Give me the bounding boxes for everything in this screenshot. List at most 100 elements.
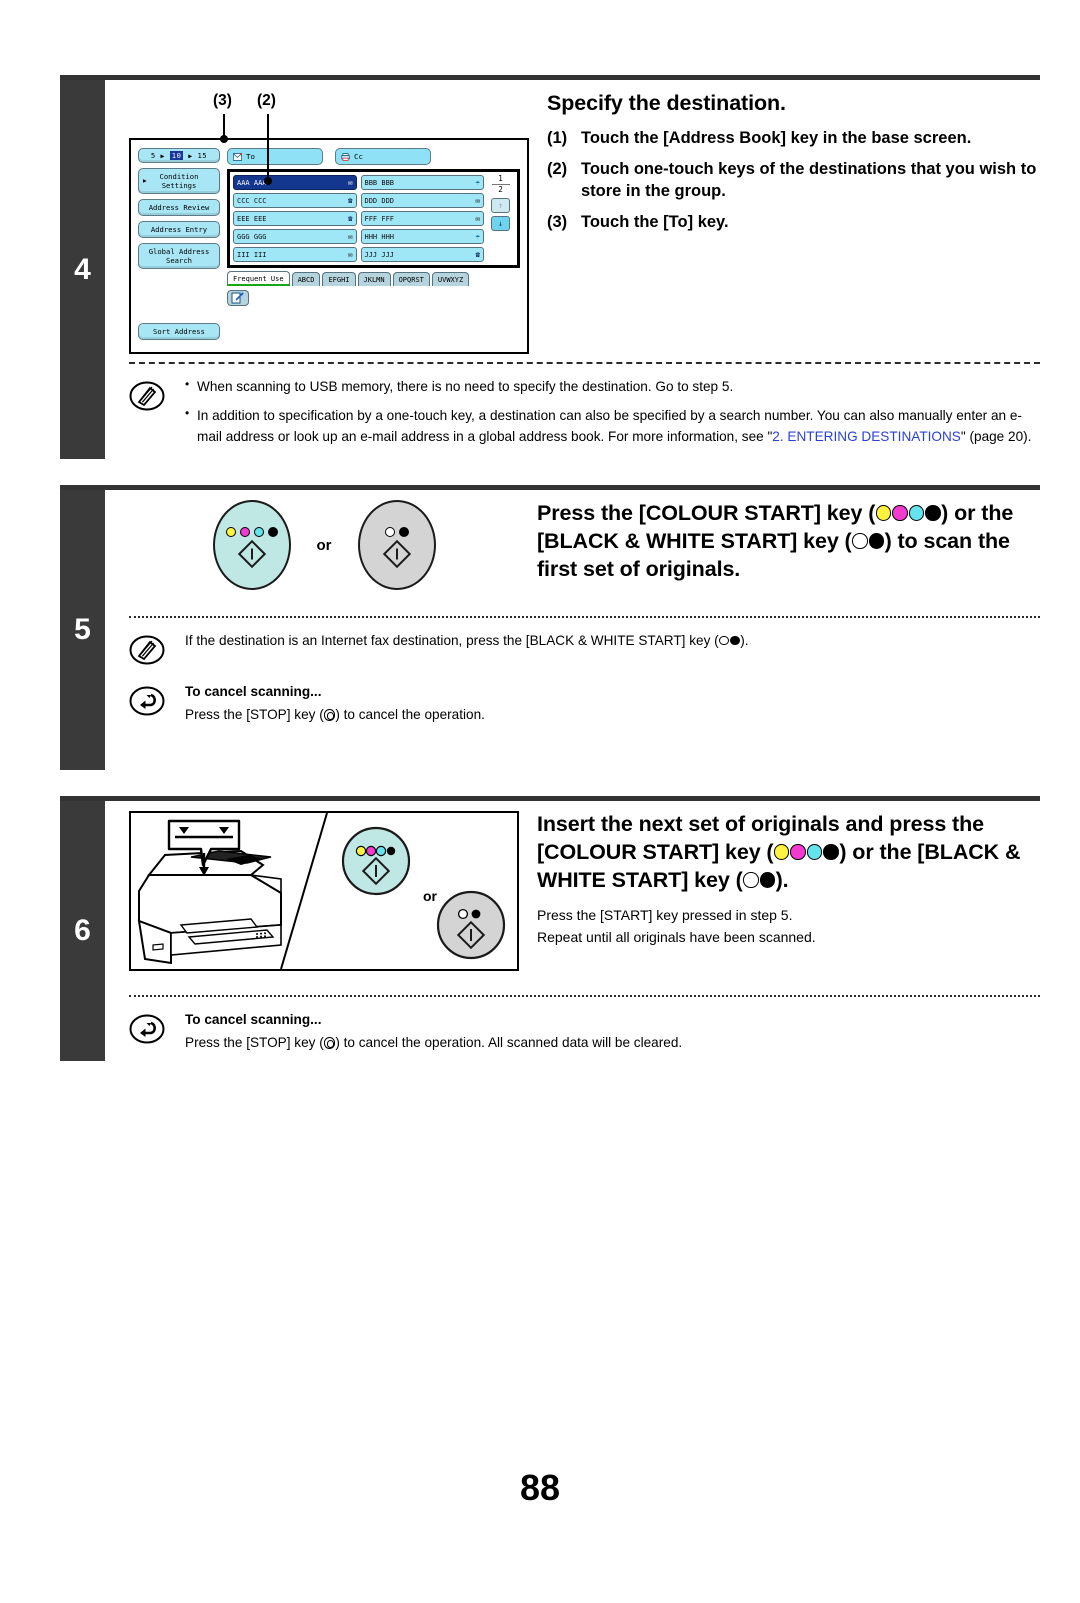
address-book-screen: 5 ▶ 10 ▶ 15 ▶ Condition Settings Address…: [129, 138, 529, 355]
step-6: 6 or Insert the next set of originals an…: [60, 796, 1040, 1062]
insert-originals-illustration: or: [129, 811, 519, 972]
step-5: 5 or Press the [COLOUR START] key () or…: [60, 485, 1040, 771]
one-touch-key[interactable]: EEE EEE ☎: [233, 211, 357, 226]
or-label: or: [316, 536, 332, 554]
page-nav-column: 1 2 ↑ ↓: [484, 174, 514, 262]
sort-address-button[interactable]: Sort Address: [138, 323, 220, 341]
envelope-icon: [233, 152, 242, 161]
cancel-body: Press the [STOP] key () to cancel the op…: [185, 704, 1040, 725]
one-touch-key[interactable]: JJJ JJJ ☎: [360, 247, 484, 262]
black-dot-icon: [925, 505, 941, 521]
step-4-text: Specify the destination. (1) Touch the […: [529, 90, 1040, 243]
one-touch-key[interactable]: GGG GGG ✉: [233, 229, 357, 244]
tab-frequent-use[interactable]: Frequent Use: [227, 271, 290, 286]
cancel-title: To cancel scanning...: [185, 1012, 322, 1028]
scroll-down-button[interactable]: ↓: [491, 215, 510, 231]
start-diamond-icon: [382, 539, 411, 568]
substep-1: (1) Touch the [Address Book] key in the …: [547, 128, 1040, 150]
edit-button[interactable]: [227, 290, 249, 306]
step-6-body-line-1: Press the [START] key pressed in step 5.: [537, 907, 793, 924]
cancel-icon-wrap: [129, 1009, 185, 1052]
counter-left: 5: [150, 151, 156, 160]
step-5-heading: Press the [COLOUR START] key () or the […: [537, 500, 1040, 584]
one-touch-key[interactable]: HHH HHH ☂: [360, 229, 484, 244]
start-diamond-icon: [237, 539, 266, 568]
note-post: ).: [740, 633, 749, 649]
cc-key[interactable]: Cc: [335, 148, 431, 165]
black-dot-icon: [267, 526, 278, 537]
one-touch-label: DDD DDD: [364, 196, 395, 205]
tab-uvwxyz[interactable]: UVWXYZ: [431, 272, 470, 286]
lcd-footer: [227, 290, 520, 306]
colour-key-dots: [225, 526, 278, 537]
black-dot-icon: [823, 844, 839, 860]
one-touch-key[interactable]: AAA AAA ✉: [233, 175, 357, 190]
condition-settings-button[interactable]: ▶ Condition Settings: [138, 168, 220, 195]
tab-efghi[interactable]: EFGHI: [322, 272, 356, 286]
black-dot-icon: [729, 635, 740, 646]
callout-2-line: [267, 114, 269, 180]
substep-1-number: (1): [547, 128, 568, 147]
start-keys-row: or: [129, 500, 519, 591]
step-4: 4 (3) (2) 5 ▶ 10 ▶ 15 ▶ Condition Settin…: [60, 75, 1040, 460]
black-dot-icon: [868, 533, 885, 549]
white-dot-icon: [852, 533, 868, 549]
step-4-number: 4: [60, 80, 105, 460]
colour-start-key[interactable]: [212, 500, 291, 591]
heading-part: Press the [COLOUR START] key (: [537, 501, 876, 526]
note-pre: If the destination is an Internet fax de…: [185, 633, 719, 649]
one-touch-key[interactable]: FFF FFF ✉: [360, 211, 484, 226]
one-touch-label: HHH HHH: [364, 232, 395, 241]
phone-icon: ☎: [347, 213, 353, 223]
condition-settings-label: Condition Settings: [159, 172, 199, 191]
cancel-icon-wrap: [129, 681, 185, 724]
heading-part: ).: [775, 868, 789, 893]
note-icon-wrap: [129, 630, 185, 673]
envelope-icon: ✉: [347, 177, 353, 187]
machine-diagram: or: [137, 813, 506, 970]
tab-opqrst[interactable]: OPQRST: [392, 272, 430, 286]
page-total: 2: [498, 185, 503, 195]
to-key-label: To: [246, 152, 255, 161]
global-address-search-button[interactable]: Global Address Search: [138, 243, 220, 270]
search-number-counter[interactable]: 5 ▶ 10 ▶ 15: [138, 148, 220, 164]
yellow-dot-icon: [875, 505, 892, 521]
callout-group: (3) (2): [129, 90, 529, 185]
callout-2-label: (2): [257, 92, 276, 109]
to-key[interactable]: To: [227, 148, 323, 165]
yellow-dot-icon: [774, 844, 790, 860]
bw-key-dots: [384, 526, 409, 537]
cancel-pre: Press the [STOP] key (: [185, 707, 324, 723]
step-5-figure: or: [129, 500, 519, 591]
page-number: 88: [519, 1467, 561, 1508]
envelope-icon: ✉: [347, 231, 353, 241]
address-entry-button[interactable]: Address Entry: [138, 221, 220, 239]
scroll-up-button[interactable]: ↑: [491, 197, 510, 213]
one-touch-label: EEE EEE: [237, 214, 267, 223]
substep-3-text: Touch the [To] key.: [581, 212, 729, 231]
step-4-figure: (3) (2) 5 ▶ 10 ▶ 15 ▶ Condition Settings…: [129, 90, 529, 355]
printer-icon: [341, 152, 350, 161]
phone-icon: ☎: [475, 249, 480, 259]
one-touch-key[interactable]: DDD DDD ✉: [360, 193, 484, 208]
one-touch-key[interactable]: CCC CCC ☎: [233, 193, 357, 208]
address-review-button[interactable]: Address Review: [138, 199, 220, 217]
recipient-type-keys: To Cc: [227, 148, 520, 165]
envelope-icon: ✉: [475, 213, 480, 223]
one-touch-key[interactable]: III III ✉: [233, 247, 357, 262]
page-current: 1: [498, 174, 503, 183]
black-white-start-key[interactable]: [357, 500, 436, 591]
yellow-dot-icon: [225, 526, 236, 537]
white-dot-icon: [384, 526, 395, 537]
substep-2-text: Touch one-touch keys of the destinations…: [581, 159, 1037, 200]
tab-abcd[interactable]: ABCD: [291, 272, 321, 286]
step-5-note: If the destination is an Internet fax de…: [129, 618, 1040, 677]
stop-key-icon: [323, 709, 336, 721]
step-4-note-text: When scanning to USB memory, there is no…: [185, 375, 1040, 455]
magenta-dot-icon: [790, 844, 806, 860]
one-touch-grid: AAA AAA ✉ BBB BBB ☂ CCC CCC ☎ DDD DDD ✉ EEE …: [233, 175, 484, 262]
entering-destinations-link[interactable]: 2. ENTERING DESTINATIONS: [772, 429, 961, 444]
tab-jklmn[interactable]: JKLMN: [357, 272, 391, 286]
svg-text:or: or: [423, 888, 438, 904]
one-touch-key[interactable]: BBB BBB ☂: [360, 175, 484, 190]
